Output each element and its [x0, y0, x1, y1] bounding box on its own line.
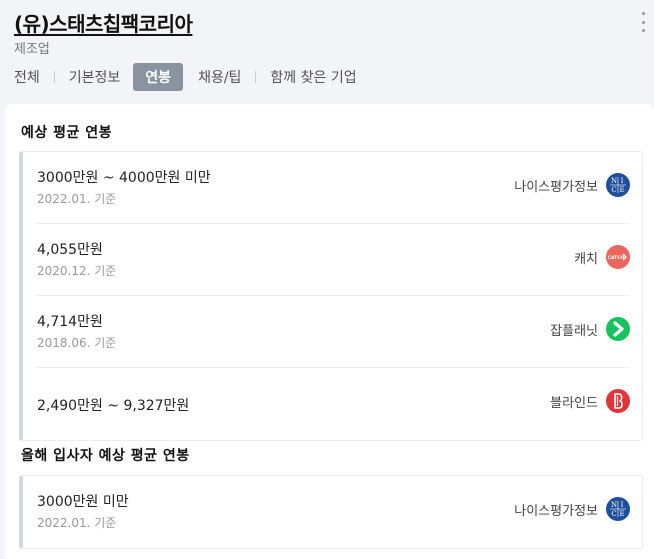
salary-basis-date: 2022.01. 기준 — [37, 192, 117, 206]
svg-text:I: I — [621, 501, 624, 509]
catch-logo-icon: CATCH — [606, 245, 630, 269]
salary-amount: 4,055만원 — [37, 242, 103, 258]
svg-text:N: N — [611, 501, 617, 509]
salary-row: 3000만원 ~ 4000만원 미만 2022.01. 기준 나이스평가정보 N… — [37, 152, 630, 224]
salary-row: 3000만원 미만 2022.01. 기준 나이스평가정보 N I C E — [37, 476, 630, 548]
svg-text:I: I — [621, 177, 624, 185]
svg-text:N: N — [611, 177, 617, 185]
tab-related-companies[interactable]: 함께 찾은 기업 — [270, 67, 356, 87]
tab-divider — [53, 71, 55, 83]
salary-source-name: 블라인드 — [550, 395, 598, 411]
salary-basis-date: 2018.06. 기준 — [37, 336, 117, 350]
salary-amount: 2,490만원 ~ 9,327만원 — [37, 398, 190, 414]
tab-divider — [255, 71, 257, 83]
tab-hiring-tips[interactable]: 채용/팁 — [198, 67, 241, 87]
nice-logo-icon: N I C E — [606, 497, 630, 521]
svg-text:E: E — [619, 186, 624, 194]
nice-logo-icon: N I C E — [606, 173, 630, 197]
salary-source-link[interactable]: 블라인드 — [550, 389, 630, 413]
salary-source-name: 잡플래닛 — [550, 323, 598, 339]
salary-amount: 3000만원 미만 — [37, 494, 129, 510]
salary-amount: 3000만원 ~ 4000만원 미만 — [37, 170, 211, 186]
blind-logo-icon — [606, 389, 630, 413]
tab-bar: 전체 기본정보 연봉 채용/팁 함께 찾은 기업 — [14, 63, 357, 91]
expected-salary-title: 예상 평균 연봉 — [21, 125, 113, 141]
company-industry: 제조업 — [14, 42, 50, 57]
expected-salary-card: 3000만원 ~ 4000만원 미만 2022.01. 기준 나이스평가정보 N… — [19, 151, 643, 441]
salary-amount: 4,714만원 — [37, 314, 103, 330]
newhire-salary-card: 3000만원 미만 2022.01. 기준 나이스평가정보 N I C E — [19, 475, 643, 549]
salary-row: 2,490만원 ~ 9,327만원 블라인드 — [37, 368, 630, 440]
company-name[interactable]: (유)스태츠칩팩코리아 — [14, 8, 193, 37]
svg-text:C: C — [611, 510, 616, 518]
more-options-icon[interactable] — [640, 12, 646, 32]
salary-source-name: 나이스평가정보 — [514, 503, 598, 519]
salary-row: 4,714만원 2018.06. 기준 잡플래닛 — [37, 296, 630, 368]
tab-basic-info[interactable]: 기본정보 — [69, 67, 121, 87]
svg-text:CATCH: CATCH — [608, 255, 625, 261]
company-header: (유)스태츠칩팩코리아 제조업 전체 기본정보 연봉 채용/팁 함께 찾은 기업 — [0, 0, 654, 104]
tab-all[interactable]: 전체 — [14, 67, 40, 87]
salary-source-link[interactable]: 나이스평가정보 N I C E — [514, 173, 630, 197]
tab-salary[interactable]: 연봉 — [133, 63, 184, 91]
salary-basis-date: 2022.01. 기준 — [37, 516, 117, 530]
newhire-salary-title: 올해 입사자 예상 평균 연봉 — [21, 448, 190, 464]
salary-source-name: 나이스평가정보 — [514, 179, 598, 195]
salary-row: 4,055만원 2020.12. 기준 캐치 CATCH — [37, 224, 630, 296]
salary-basis-date: 2020.12. 기준 — [37, 264, 117, 278]
salary-panel: 예상 평균 연봉 3000만원 ~ 4000만원 미만 2022.01. 기준 … — [5, 104, 654, 559]
svg-text:C: C — [611, 186, 616, 194]
salary-source-link[interactable]: 나이스평가정보 N I C E — [514, 497, 630, 521]
salary-source-link[interactable]: 잡플래닛 — [550, 317, 630, 341]
jobplanet-logo-icon — [606, 317, 630, 341]
svg-text:E: E — [619, 510, 624, 518]
salary-source-link[interactable]: 캐치 CATCH — [574, 245, 630, 269]
salary-source-name: 캐치 — [574, 251, 598, 267]
